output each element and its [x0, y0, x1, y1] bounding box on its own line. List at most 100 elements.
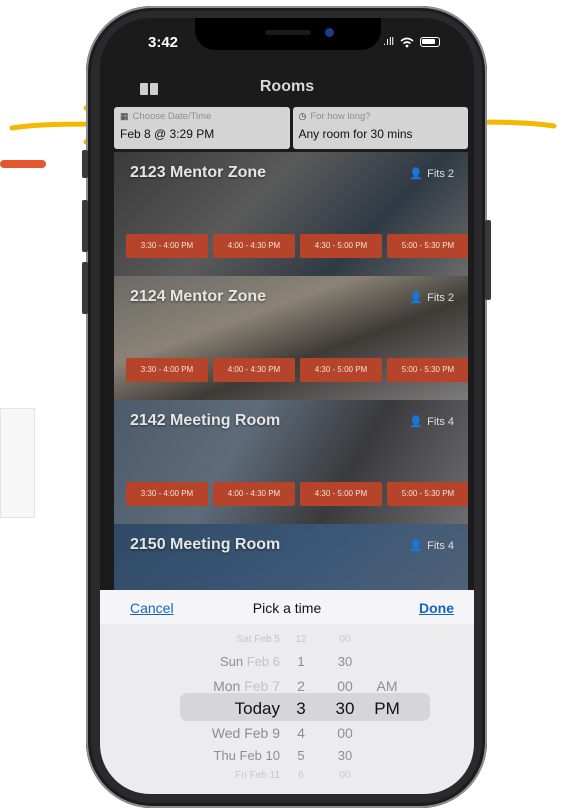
hour-option[interactable]: 3 — [286, 697, 316, 721]
hour-option[interactable]: 12 — [286, 628, 316, 652]
signal-icon: .ıll — [383, 36, 394, 48]
minute-option[interactable]: 00 — [328, 764, 362, 788]
room-capacity: Fits 2 — [427, 167, 454, 180]
status-time: 3:42 — [148, 34, 179, 51]
nav-bar: Rooms — [100, 68, 474, 108]
time-slot-button[interactable]: 4:30 - 5:00 PM — [300, 234, 382, 258]
front-camera — [325, 28, 334, 37]
day-option-label: Fri Feb 11 — [235, 770, 280, 781]
ampm-option[interactable]: AM — [370, 674, 404, 698]
hour-option[interactable]: 6 — [286, 764, 316, 788]
person-icon: 👤 — [409, 540, 424, 552]
time-slot-button[interactable]: 3:30 - 4:00 PM — [126, 234, 208, 258]
room-capacity: Fits 4 — [427, 539, 454, 552]
day-option[interactable]: Mon Feb 7 — [140, 674, 280, 698]
day-option[interactable]: Sun Feb 6 — [140, 650, 280, 674]
hour-option-label: 4 — [297, 725, 305, 741]
minute-option[interactable]: 00 — [328, 628, 362, 652]
ampm-option-label: AM — [376, 678, 398, 694]
wifi-icon — [400, 37, 414, 47]
day-option-label: Today — [234, 699, 280, 718]
day-option-date: Feb 7 — [240, 678, 280, 694]
day-option-label: Thu Feb 10 — [213, 748, 281, 763]
time-slot-button[interactable]: 4:30 - 5:00 PM — [300, 358, 382, 382]
day-option-date: Feb 6 — [243, 654, 280, 669]
time-picker-sheet: Cancel Pick a time Done Sat Feb 5 Sun Feb… — [100, 590, 474, 794]
battery-icon — [420, 37, 440, 47]
minute-option-label: 30 — [337, 654, 353, 669]
minute-option-label: 00 — [337, 725, 353, 741]
background-card — [0, 408, 35, 518]
ampm-option-label: PM — [374, 699, 400, 718]
clock-icon: ◷ — [298, 111, 307, 121]
ampm-option[interactable]: PM — [370, 697, 404, 721]
minute-option-label: 00 — [337, 678, 353, 694]
time-slot-button[interactable]: 5:00 - 5:30 PM — [387, 234, 468, 258]
day-option-date: Feb 5 — [251, 634, 280, 645]
speaker-grille — [265, 30, 311, 35]
day-option-label: Sat — [236, 634, 252, 645]
room-capacity: Fits 4 — [427, 415, 454, 428]
room-name: 2124 Mentor Zone — [130, 288, 267, 305]
volume-up-button — [82, 200, 88, 252]
date-time-value: Feb 8 @ 3:29 PM — [120, 127, 215, 141]
room-capacity: Fits 2 — [427, 291, 454, 304]
hour-option-label: 5 — [297, 748, 305, 763]
phone-screen: 3:42 .ıll Rooms ▦ Choose Date/Time Feb 8… — [100, 18, 474, 794]
time-slot-button[interactable]: 5:00 - 5:30 PM — [387, 482, 468, 506]
time-slot-button[interactable]: 3:30 - 4:00 PM — [126, 358, 208, 382]
duration-filter[interactable]: ◷ For how long? Any room for 30 mins — [292, 107, 468, 149]
done-button[interactable]: Done — [419, 600, 454, 616]
time-picker-wheel[interactable]: Sat Feb 5 Sun Feb 6 Mon Feb 7 Today Wed Feb … — [100, 624, 474, 794]
time-slot-button[interactable]: 3:30 - 4:00 PM — [126, 482, 208, 506]
notch — [195, 18, 381, 50]
minute-option-label: 00 — [339, 770, 351, 781]
duration-value: Any room for 30 mins — [298, 127, 413, 141]
day-option[interactable]: Wed Feb 9 — [140, 721, 280, 745]
status-icons: .ıll — [383, 36, 440, 48]
minute-option[interactable]: 30 — [328, 697, 362, 721]
day-option-label: Wed Feb 9 — [211, 725, 280, 741]
room-list: 2123 Mentor Zone 👤 Fits 2 3:30 - 4:00 PM … — [114, 152, 468, 648]
time-slot-button[interactable]: 4:00 - 4:30 PM — [213, 482, 295, 506]
mute-switch — [82, 150, 88, 178]
day-option-label: Mon — [213, 678, 241, 694]
picker-title: Pick a time — [252, 600, 322, 616]
minute-option-label: 30 — [335, 699, 355, 718]
hour-option-label: 12 — [295, 634, 307, 645]
time-slot-button[interactable]: 4:00 - 4:30 PM — [213, 234, 295, 258]
filter-bar: ▦ Choose Date/Time Feb 8 @ 3:29 PM ◷ For… — [114, 107, 468, 149]
day-option[interactable]: Fri Feb 11 — [140, 764, 280, 788]
room-name: 2123 Mentor Zone — [130, 164, 267, 181]
room-card[interactable]: 2123 Mentor Zone 👤 Fits 2 3:30 - 4:00 PM … — [114, 152, 468, 276]
date-time-filter[interactable]: ▦ Choose Date/Time Feb 8 @ 3:29 PM — [114, 107, 290, 149]
time-slot-button[interactable]: 4:00 - 4:30 PM — [213, 358, 295, 382]
minute-option[interactable]: 30 — [328, 650, 362, 674]
minute-option[interactable]: 00 — [328, 721, 362, 745]
picker-toolbar: Cancel Pick a time Done — [100, 590, 474, 624]
room-name: 2150 Meeting Room — [130, 536, 281, 553]
hour-option-label: 1 — [297, 654, 305, 669]
minute-option[interactable]: 00 — [328, 674, 362, 698]
hour-option[interactable]: 2 — [286, 674, 316, 698]
time-slot-button[interactable]: 4:30 - 5:00 PM — [300, 482, 382, 506]
room-card[interactable]: 2124 Mentor Zone 👤 Fits 2 3:30 - 4:00 PM … — [114, 276, 468, 400]
time-slot-button[interactable]: 5:00 - 5:30 PM — [387, 358, 468, 382]
day-option[interactable]: Sat Feb 5 — [140, 628, 280, 652]
volume-down-button — [82, 262, 88, 314]
stage: 3:42 .ıll Rooms ▦ Choose Date/Time Feb 8… — [0, 0, 562, 811]
duration-hint: For how long? — [310, 111, 371, 122]
room-name: 2142 Meeting Room — [130, 412, 281, 429]
room-card[interactable]: 2142 Meeting Room 👤 Fits 4 3:30 - 4:00 PM… — [114, 400, 468, 524]
calendar-icon: ▦ — [120, 111, 129, 121]
hour-option-label: 6 — [298, 770, 304, 781]
hour-option[interactable]: 4 — [286, 721, 316, 745]
person-icon: 👤 — [409, 416, 424, 428]
page-title: Rooms — [259, 78, 315, 95]
day-option[interactable]: Today — [140, 697, 280, 721]
person-icon: 👤 — [409, 168, 424, 180]
hour-option[interactable]: 1 — [286, 650, 316, 674]
hour-option-label: 3 — [296, 699, 306, 718]
date-time-hint: Choose Date/Time — [132, 111, 212, 122]
minute-option-label: 00 — [339, 634, 351, 645]
